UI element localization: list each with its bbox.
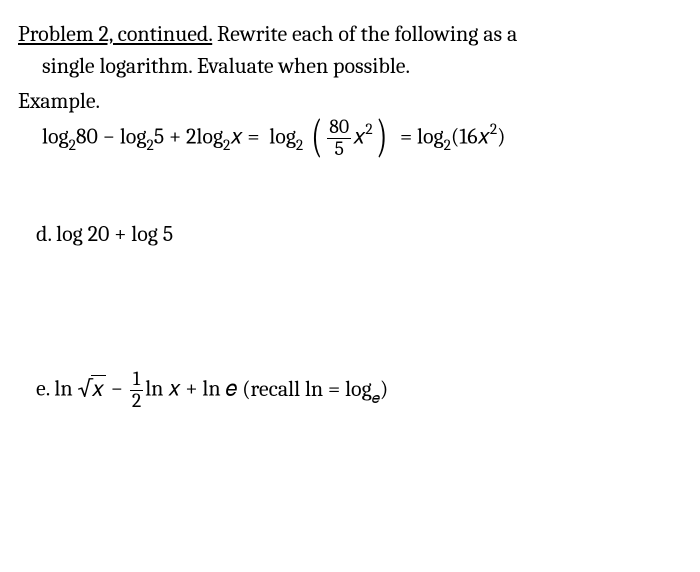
problem-heading-line1: Problem 2, continued. Rewrite each of th… (18, 20, 682, 50)
item-d: d. log 20 + log 5 (18, 220, 682, 250)
item-d-label: d. (36, 221, 56, 247)
item-e: e. ln √𝑥 − 12ln 𝑥 + ln 𝑒 (recall ln = lo… (18, 369, 682, 412)
recall-note: (recall ln = log𝑒) (237, 376, 388, 402)
item-e-label: e. (36, 376, 54, 402)
problem-heading-line2: single logarithm. Evaluate when possible… (18, 52, 682, 82)
heading-rest: Rewrite each of the following as a (212, 21, 517, 47)
example-label: Example. (18, 87, 682, 117)
heading-underlined: Problem 2, continued. (18, 21, 212, 47)
example-equation: log280 − log25 + 2log2𝑥 = log2 (805𝑥2) =… (18, 117, 682, 160)
